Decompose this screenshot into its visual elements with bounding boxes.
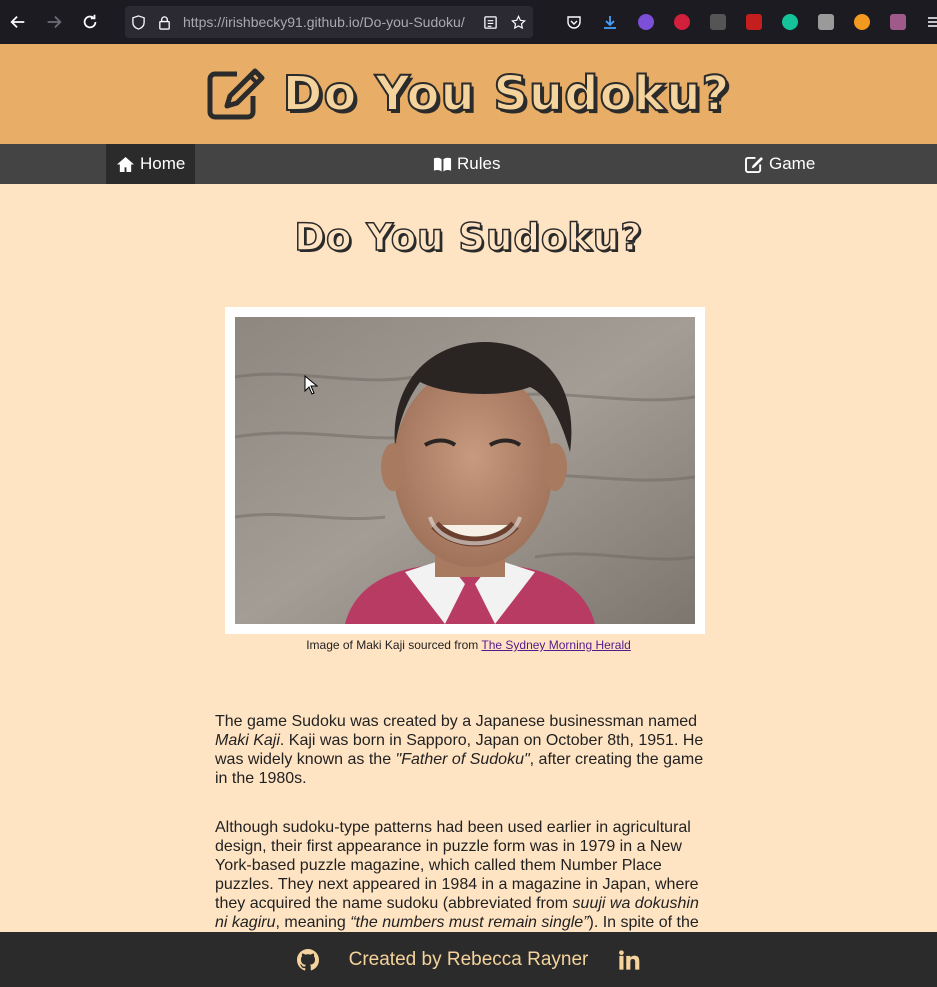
mouse-cursor-icon (304, 375, 318, 395)
lock-icon[interactable] (151, 6, 177, 38)
maki-kaji-photo (235, 317, 695, 624)
nav-item-label: Rules (457, 154, 501, 173)
extension-red-icon[interactable] (664, 0, 700, 44)
pocket-icon[interactable] (556, 0, 592, 44)
reader-view-icon[interactable] (479, 6, 501, 38)
url-text[interactable]: https://irishbecky91.github.io/Do-you-Su… (183, 14, 473, 30)
nav-item-label: Home (140, 154, 186, 173)
edit-square-icon (207, 68, 265, 120)
url-path: /Do-you-Sudoku/ (359, 14, 465, 30)
site-footer: Created by Rebecca Rayner (0, 932, 937, 987)
menu-icon[interactable] (916, 0, 937, 44)
emphasis-text: Maki Kaji (215, 732, 280, 749)
site-title[interactable]: Do You Sudoku? (282, 65, 731, 123)
nav-item-rules[interactable]: Rules (423, 144, 510, 184)
edit-icon (745, 156, 763, 173)
book-icon (433, 157, 452, 172)
home-icon (117, 156, 134, 172)
downloads-icon[interactable] (592, 0, 628, 44)
footer-credit: Created by Rebecca Rayner (348, 948, 589, 970)
reload-icon (83, 14, 97, 29)
extension-gray-icon[interactable] (700, 0, 736, 44)
shield-icon[interactable] (125, 6, 151, 38)
reload-button[interactable] (72, 0, 108, 44)
browser-toolbar: https://irishbecky91.github.io/Do-you-Su… (0, 0, 937, 44)
text-span: , meaning (275, 914, 346, 931)
image-caption: Image of Maki Kaji sourced from The Sydn… (0, 638, 937, 652)
emphasis-text: "Father of Sudoku" (395, 751, 530, 768)
extensions-tray (556, 0, 937, 44)
history-paragraph: Although sudoku-type patterns had been u… (215, 818, 705, 932)
text-span: ). In spite of the (588, 914, 699, 931)
extension-purple-icon[interactable] (628, 0, 664, 44)
nav-item-game[interactable]: Game (735, 144, 825, 184)
site-header: Do You Sudoku? (0, 44, 937, 144)
photo-frame (225, 307, 705, 634)
extension-brush-icon[interactable] (880, 0, 916, 44)
extension-pen-icon[interactable] (736, 0, 772, 44)
emphasis-text: “the numbers must remain single” (350, 914, 589, 931)
nav-item-home[interactable]: Home (106, 144, 196, 184)
caption-text: Image of Maki Kaji sourced from (306, 638, 479, 652)
grammarly-icon[interactable] (772, 0, 808, 44)
arrow-right-icon (47, 15, 62, 29)
main-nav: Home Rules Game (0, 144, 937, 184)
nav-item-label: Game (769, 154, 816, 173)
text-span: The game Sudoku was created by a Japanes… (215, 713, 698, 730)
intro-paragraph: The game Sudoku was created by a Japanes… (215, 712, 705, 788)
github-icon[interactable] (296, 948, 319, 971)
forward-button[interactable] (36, 0, 72, 44)
extension-box-icon[interactable] (808, 0, 844, 44)
back-button[interactable] (0, 0, 36, 44)
arrow-left-icon (10, 15, 25, 29)
address-bar[interactable]: https://irishbecky91.github.io/Do-you-Su… (125, 6, 533, 38)
page-title: Do You Sudoku? (294, 215, 643, 260)
bookmark-star-icon[interactable] (507, 6, 529, 38)
extension-orange-icon[interactable] (844, 0, 880, 44)
url-host: https://irishbecky91.github.io (183, 14, 360, 30)
linkedin-icon[interactable] (618, 949, 640, 971)
caption-source-link[interactable]: The Sydney Morning Herald (481, 638, 630, 652)
